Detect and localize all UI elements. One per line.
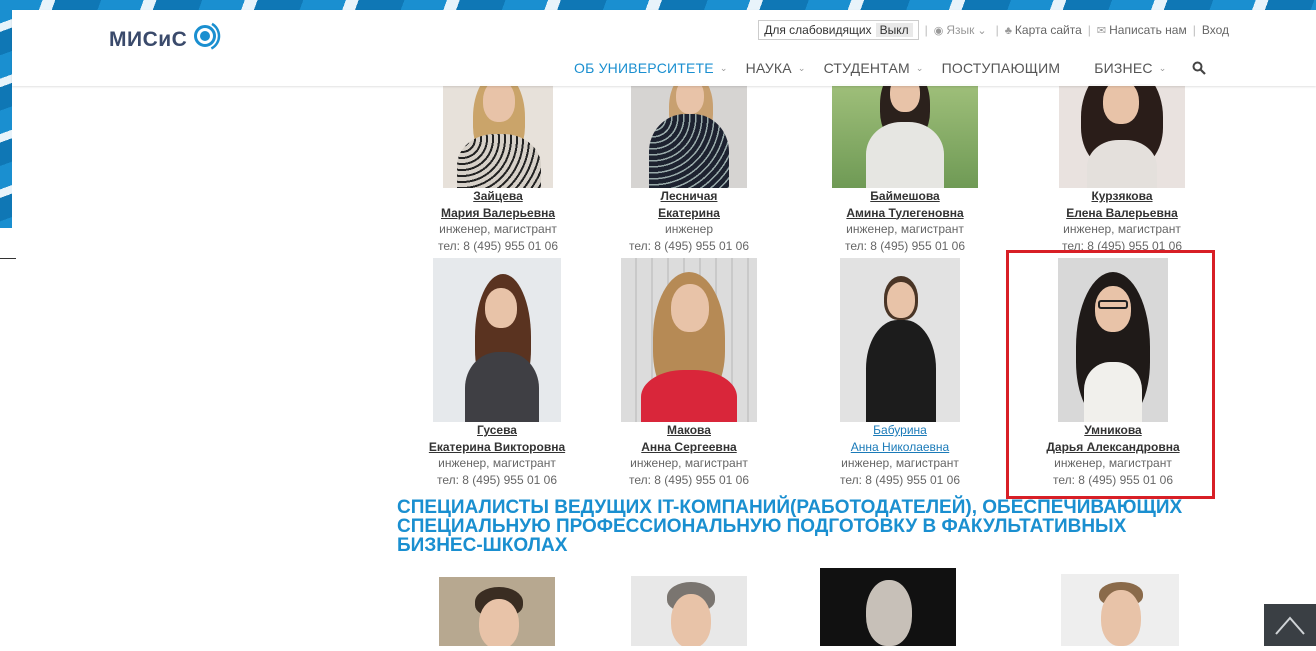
staff-role: инженер, магистрант	[841, 456, 959, 470]
staff-photo[interactable]	[433, 258, 561, 422]
nav-applicants-label: ПОСТУПАЮЩИМ	[941, 60, 1061, 76]
staff-role: инженер	[664, 222, 713, 236]
site-logo[interactable]: МИСиС	[109, 20, 221, 52]
staff-surname[interactable]: Лесничая	[619, 188, 759, 205]
chevron-down-icon: ⌄	[977, 25, 987, 37]
staff-name[interactable]: Анна Сергеевна	[619, 439, 759, 456]
utility-bar: Для слабовидящих Выкл | ◉ Язык ⌄ | ♣ Карта …	[758, 20, 1229, 40]
highlight-box	[1006, 250, 1215, 499]
login-link[interactable]: Вход	[1202, 23, 1229, 37]
chevron-up-icon	[1275, 616, 1305, 635]
staff-role: инженер, магистрант	[630, 456, 748, 470]
globe-icon: ◉	[933, 25, 944, 37]
nav-students-label: СТУДЕНТАМ	[823, 60, 910, 76]
staff-card: Баймешова Амина Тулегеновна инженер, маг…	[830, 84, 980, 254]
specialist-photo[interactable]	[1061, 574, 1179, 646]
staff-surname[interactable]: Макова	[619, 422, 759, 439]
staff-role: инженер, магистрант	[439, 222, 557, 236]
nav-business-label: БИЗНЕС	[1094, 60, 1153, 76]
chevron-down-icon: ⌄	[1158, 62, 1167, 73]
staff-surname[interactable]: Бабурина	[830, 422, 970, 439]
staff-surname[interactable]: Курзякова	[1052, 188, 1192, 205]
staff-card: Бабурина Анна Николаевна инженер, магист…	[830, 258, 970, 488]
specialist-card	[820, 568, 956, 646]
side-pattern-strip	[0, 0, 12, 228]
nav-science-label: НАУКА	[745, 60, 792, 76]
staff-role: инженер, магистрант	[1063, 222, 1181, 236]
specialist-card	[1061, 574, 1179, 646]
nav-science[interactable]: НАУКА ⌄	[746, 60, 806, 76]
search-icon[interactable]	[1192, 61, 1207, 75]
write-us-link[interactable]: ✉ Написать нам	[1097, 23, 1187, 37]
staff-phone: тел: 8 (495) 955 01 06	[437, 238, 559, 253]
staff-photo[interactable]	[631, 84, 747, 188]
nav-about[interactable]: ОБ УНИВЕРСИТЕТЕ ⌄	[574, 60, 728, 76]
nav-students[interactable]: СТУДЕНТАМ ⌄	[824, 60, 924, 76]
write-us-label: Написать нам	[1109, 23, 1187, 37]
staff-phone: тел: 8 (495) 955 01 06	[436, 472, 558, 487]
language-dropdown[interactable]: ◉ Язык ⌄	[934, 23, 990, 37]
staff-role: инженер, магистрант	[846, 222, 964, 236]
chevron-down-icon: ⌄	[915, 62, 924, 73]
scroll-to-top-button[interactable]	[1264, 604, 1316, 646]
separator: |	[924, 23, 928, 37]
specialist-card	[631, 576, 747, 646]
specialist-photo[interactable]	[439, 577, 555, 646]
sitemap-link[interactable]: ♣ Карта сайта	[1005, 23, 1082, 37]
staff-surname[interactable]: Гусева	[417, 422, 577, 439]
separator: |	[1087, 23, 1091, 37]
specialist-card	[439, 577, 555, 646]
staff-card: Курзякова Елена Валерьевна инженер, маги…	[1052, 84, 1192, 254]
sitemap-icon: ♣	[1004, 25, 1012, 37]
header-pattern-strip	[0, 0, 1316, 10]
envelope-icon: ✉	[1096, 25, 1107, 37]
chevron-down-icon: ⌄	[797, 62, 806, 73]
staff-name[interactable]: Екатерина	[619, 205, 759, 222]
staff-photo[interactable]	[840, 258, 960, 422]
staff-phone: тел: 8 (495) 955 01 06	[844, 238, 966, 253]
staff-name[interactable]: Мария Валерьевна	[428, 205, 568, 222]
staff-surname[interactable]: Зайцева	[428, 188, 568, 205]
staff-name[interactable]: Амина Тулегеновна	[830, 205, 980, 222]
staff-phone: тел: 8 (495) 955 01 06	[628, 472, 750, 487]
separator: |	[995, 23, 999, 37]
low-vision-label: Для слабовидящих	[764, 23, 872, 37]
staff-name[interactable]: Екатерина Викторовна	[417, 439, 577, 456]
low-vision-toggle[interactable]: Для слабовидящих Выкл	[758, 20, 919, 40]
specialist-photo[interactable]	[631, 576, 747, 646]
staff-name[interactable]: Анна Николаевна	[830, 439, 970, 456]
nav-business[interactable]: БИЗНЕС ⌄	[1094, 60, 1166, 76]
staff-phone: тел: 8 (495) 955 01 06	[839, 472, 961, 487]
chevron-down-icon: ⌄	[719, 62, 728, 73]
staff-card: Макова Анна Сергеевна инженер, магистран…	[619, 258, 759, 488]
logo-signal-icon	[190, 20, 221, 52]
main-nav: ОБ УНИВЕРСИТЕТЕ ⌄ НАУКА ⌄ СТУДЕНТАМ ⌄ ПОСТУ…	[574, 60, 1207, 76]
nav-applicants[interactable]: ПОСТУПАЮЩИМ	[942, 60, 1061, 76]
sitemap-label: Карта сайта	[1014, 23, 1082, 37]
logo-text: МИСиС	[109, 28, 188, 51]
section-title: СПЕЦИАЛИСТЫ ВЕДУЩИХ IT-КОМПАНИЙ(РАБОТОДА…	[397, 497, 1183, 556]
language-label: Язык	[946, 23, 975, 37]
divider	[0, 258, 16, 259]
separator: |	[1192, 23, 1196, 37]
site-header: МИСиС Для слабовидящих Выкл | ◉ Язык ⌄ | ♣…	[12, 10, 1316, 86]
specialist-photo[interactable]	[820, 568, 956, 646]
staff-photo[interactable]	[621, 258, 757, 422]
staff-name[interactable]: Елена Валерьевна	[1052, 205, 1192, 222]
staff-card: Гусева Екатерина Викторовна инженер, маг…	[417, 258, 577, 488]
nav-about-label: ОБ УНИВЕРСИТЕТЕ	[574, 60, 714, 76]
staff-card: Зайцева Мария Валерьевна инженер, магист…	[428, 84, 568, 254]
staff-role: инженер, магистрант	[438, 456, 556, 470]
staff-photo[interactable]	[1059, 84, 1185, 188]
low-vision-state: Выкл	[875, 23, 913, 37]
staff-photo[interactable]	[443, 84, 553, 188]
staff-photo[interactable]	[832, 84, 978, 188]
staff-phone: тел: 8 (495) 955 01 06	[628, 238, 750, 253]
staff-card: Лесничая Екатерина инженер тел: 8 (495) …	[619, 84, 759, 254]
staff-surname[interactable]: Баймешова	[830, 188, 980, 205]
